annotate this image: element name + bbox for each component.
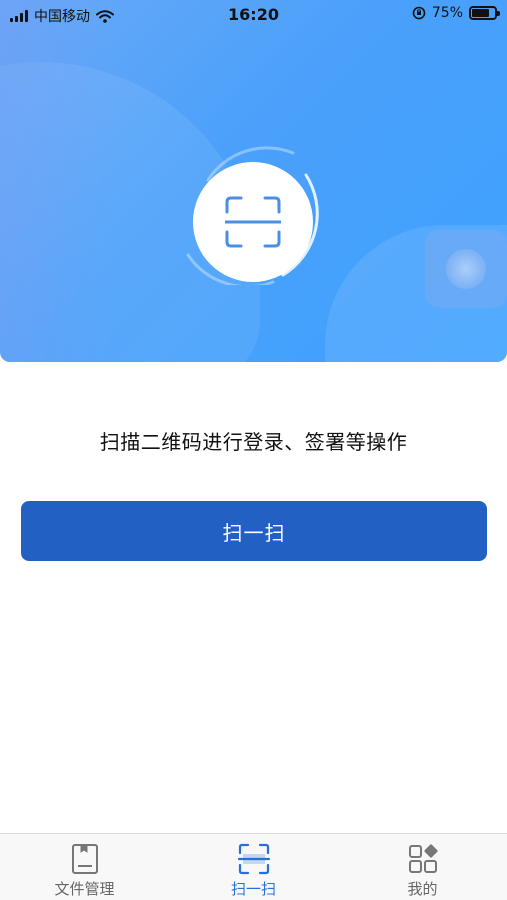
scan-icon [225,196,281,248]
tab-label: 文件管理 [54,880,115,898]
battery-fill [472,9,489,17]
assistive-touch-button[interactable] [425,230,507,308]
document-icon [71,844,98,874]
battery-icon [469,6,500,20]
tab-mine[interactable]: 我的 [338,834,507,900]
scan-circle[interactable] [193,162,313,282]
orientation-lock-icon [412,6,426,20]
assistive-touch-icon [446,249,486,289]
scan-button[interactable]: 扫一扫 [21,501,487,561]
battery-percent: 75% [431,5,463,21]
screen: 中国移动 16:20 75% 扫描二维码进行登录、签署等操作 扫一扫 文件管理 … [0,0,507,900]
tab-scan[interactable]: 扫一扫 [169,834,338,900]
apps-icon [408,844,438,873]
scan-icon [237,843,270,875]
hero-decor-shape [0,0,110,362]
tab-bar: 文件管理 扫一扫 我的 [0,833,507,900]
hero-banner [0,0,507,362]
tab-label: 扫一扫 [230,880,276,898]
scan-description: 扫描二维码进行登录、签署等操作 [99,430,408,454]
status-bar: 中国移动 16:20 75% [0,0,507,30]
status-right: 75% [412,5,500,21]
tab-label: 我的 [407,880,438,898]
tab-file-management[interactable]: 文件管理 [0,834,169,900]
scan-emblem [178,135,328,285]
